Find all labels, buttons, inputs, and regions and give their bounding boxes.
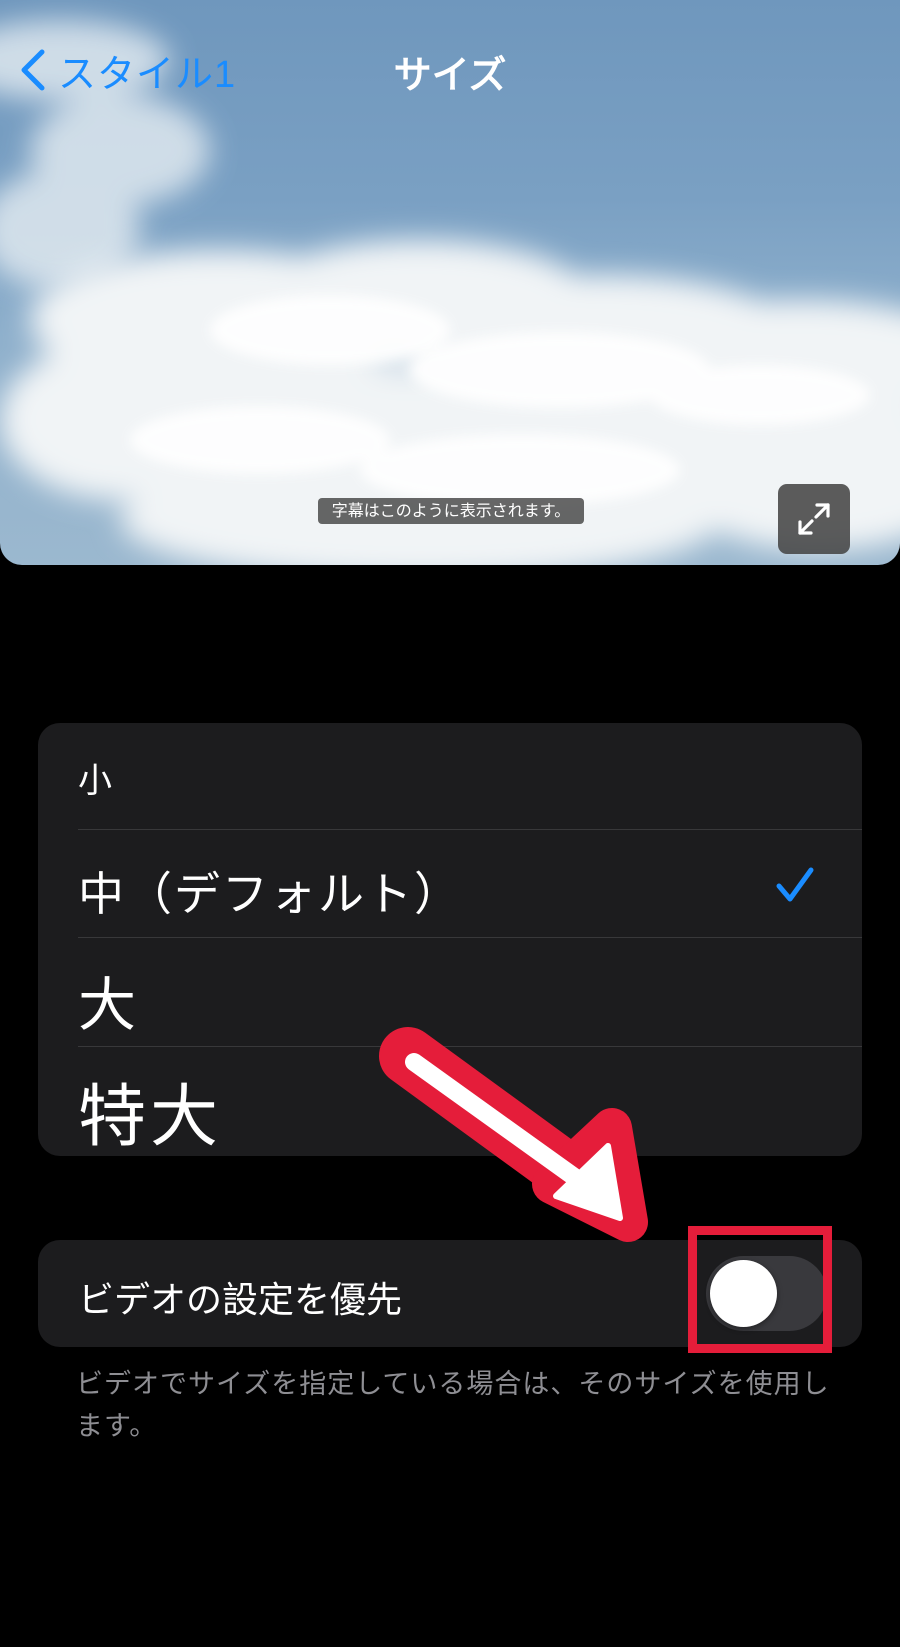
- expand-icon: [798, 503, 830, 535]
- annotation-highlight-box: [688, 1226, 832, 1353]
- caption-preview: スタイル1 サイズ 字幕はこのように表示されます。: [0, 0, 900, 565]
- footer-note: ビデオでサイズを指定している場合は、そのサイズを使用します。: [76, 1369, 830, 1442]
- size-option-medium[interactable]: 中（デフォルト）: [38, 830, 862, 938]
- expand-preview-button[interactable]: [778, 484, 850, 554]
- checkmark-icon: [776, 867, 814, 902]
- size-options-list: 小 中（デフォルト） 大 特大: [38, 723, 862, 1156]
- size-option-extra-large[interactable]: 特大: [38, 1047, 862, 1156]
- size-option-label: 小: [78, 761, 112, 801]
- size-option-large[interactable]: 大: [38, 938, 862, 1047]
- size-option-small[interactable]: 小: [38, 723, 862, 830]
- video-override-label: ビデオの設定を優先: [78, 1280, 403, 1321]
- size-option-label: 特大: [78, 1078, 223, 1156]
- size-option-label: 大: [78, 971, 137, 1039]
- caption-sample-text: 字幕はこのように表示されます。: [318, 498, 584, 524]
- page-title: サイズ: [393, 55, 507, 97]
- size-option-label: 中（デフォルト）: [78, 867, 462, 921]
